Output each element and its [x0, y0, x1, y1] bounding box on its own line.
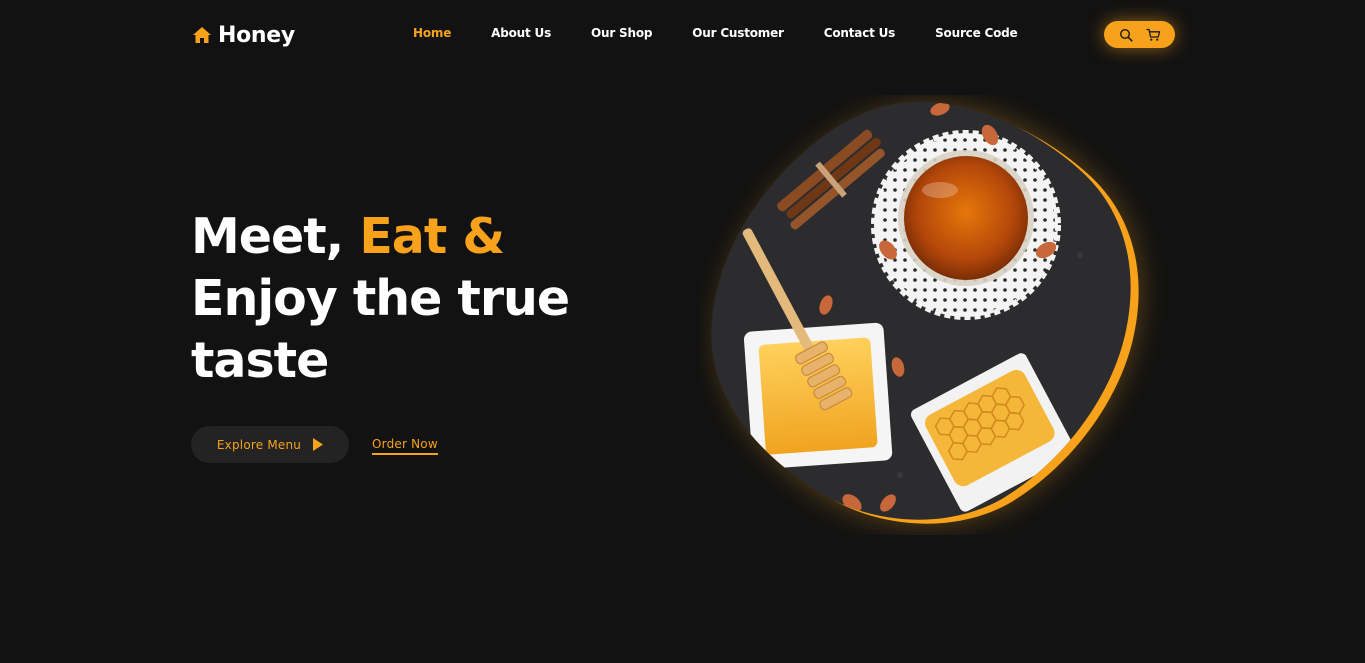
nav-our-shop[interactable]: Our Shop — [591, 26, 652, 40]
play-icon — [313, 438, 324, 451]
site-header: Honey Home About Us Our Shop Our Custome… — [0, 0, 1365, 68]
hero-image — [700, 95, 1170, 535]
brand-logo[interactable]: Honey — [192, 20, 295, 50]
hero-line2: Enjoy the true — [191, 270, 570, 327]
order-now-link[interactable]: Order Now — [372, 437, 438, 455]
nav-source-code[interactable]: Source Code — [935, 26, 1018, 40]
hero-line3: taste — [191, 332, 329, 389]
header-actions — [1104, 21, 1175, 48]
nav-home[interactable]: Home — [413, 26, 451, 40]
nav-contact-us[interactable]: Contact Us — [824, 26, 896, 40]
explore-menu-button[interactable]: Explore Menu — [191, 426, 349, 463]
explore-menu-label: Explore Menu — [216, 437, 302, 452]
nav-about-us[interactable]: About Us — [491, 26, 551, 40]
hero-title: Meet, Eat & Enjoy the true taste — [191, 206, 611, 392]
home-icon — [192, 25, 212, 45]
brand-name: Honey — [218, 22, 295, 48]
nav-our-customer[interactable]: Our Customer — [692, 26, 784, 40]
cart-icon[interactable] — [1145, 27, 1161, 42]
search-icon[interactable] — [1119, 27, 1134, 42]
main-nav: Home About Us Our Shop Our Customer Cont… — [413, 26, 1018, 40]
hero-line1-accent: Eat & — [359, 208, 505, 265]
hero-line1-plain: Meet, — [191, 208, 360, 265]
